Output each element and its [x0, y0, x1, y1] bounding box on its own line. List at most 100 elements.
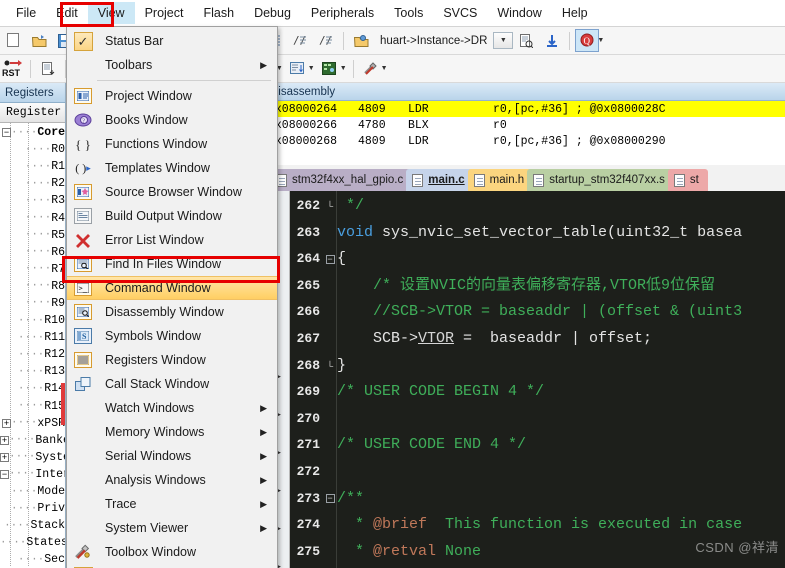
fold-toggle-icon[interactable]: └ — [324, 193, 336, 220]
menu-item-project-window[interactable]: Project Window — [67, 84, 277, 108]
disassembly-row[interactable]: 0x08000264 4809 LDR r0,[pc,#36] ; @0x080002… — [266, 101, 785, 117]
menu-item-watch-windows[interactable]: Watch Windows ▶ — [67, 396, 277, 420]
menubar-item-tools[interactable]: Tools — [384, 2, 433, 24]
editor-tab[interactable]: stm32f4xx_hal_gpio.c — [270, 169, 413, 191]
uncomment-icon[interactable]: // — [314, 29, 338, 52]
register-row[interactable]: ···· R7 — [0, 261, 65, 278]
menubar-item-peripherals[interactable]: Peripherals — [301, 2, 384, 24]
new-file-icon[interactable] — [1, 29, 25, 52]
menubar-item-window[interactable]: Window — [487, 2, 551, 24]
register-row[interactable]: ···· Stack — [0, 517, 65, 534]
expression-dropdown-icon[interactable]: ▼ — [493, 32, 514, 49]
menu-item-status-bar[interactable]: ✓ Status Bar — [67, 29, 277, 53]
configure-target-icon[interactable]: Q — [575, 29, 600, 52]
menubar-item-view[interactable]: View — [87, 2, 135, 24]
open-file-icon[interactable] — [27, 29, 51, 52]
code-line[interactable] — [337, 406, 785, 433]
register-row[interactable]: ···· R5 — [0, 227, 65, 244]
register-row[interactable]: ···· Sec — [0, 551, 65, 566]
register-row[interactable]: ···· R13 — [0, 363, 65, 380]
menu-item-serial-windows[interactable]: Serial Windows ▶ — [67, 444, 277, 468]
tab-registers[interactable]: Registers — [0, 85, 59, 101]
register-row[interactable]: ···· R8 — [0, 278, 65, 295]
register-row[interactable]: ···· R1 — [0, 158, 65, 175]
disassembly-rows[interactable]: 0x08000264 4809 LDR r0,[pc,#36] ; @0x080002… — [266, 101, 785, 149]
code-line[interactable]: /* 设置NVIC的向量表偏移寄存器,VTOR低9位保留 — [337, 273, 785, 300]
menu-item-symbols-window[interactable]: S Symbols Window — [67, 324, 277, 348]
register-row[interactable]: ···· R2 — [0, 175, 65, 192]
menu-item-call-stack-window[interactable]: Call Stack Window — [67, 372, 277, 396]
code-line[interactable]: */ — [337, 193, 785, 220]
menubar-item-file[interactable]: File — [6, 2, 46, 24]
expand-icon[interactable]: + — [0, 435, 9, 445]
register-row[interactable]: ···· R9 — [0, 295, 65, 312]
register-row[interactable]: ···· R4 — [0, 209, 65, 226]
code-line[interactable]: * @brief This function is executed in ca… — [337, 512, 785, 539]
menu-item-find-in-files-window[interactable]: Find In Files Window — [67, 252, 277, 276]
register-row[interactable]: ···· Mode — [0, 483, 65, 500]
menu-item-disassembly-window[interactable]: Disassembly Window — [67, 300, 277, 324]
code-line[interactable]: SCB->VTOR = baseaddr | offset; — [337, 326, 785, 353]
code-line[interactable]: { — [337, 246, 785, 273]
register-row[interactable]: ···· R10 — [0, 312, 65, 329]
menu-item-analysis-windows[interactable]: Analysis Windows ▶ — [67, 468, 277, 492]
register-row[interactable]: ···· States — [0, 534, 65, 551]
configure-target-caret-icon[interactable]: ▼ — [597, 37, 604, 44]
code-line[interactable]: void sys_nvic_set_vector_table(uint32_t … — [337, 220, 785, 247]
find-next-icon[interactable] — [540, 29, 564, 52]
register-row[interactable]: ···· R0 — [0, 141, 65, 158]
register-row[interactable]: ···· R11 — [0, 329, 65, 346]
menu-item-periodic-window-update[interactable]: ✓Periodic Window Update — [67, 564, 277, 568]
execution-profiler-caret-icon[interactable]: ▼ — [308, 65, 315, 72]
register-row[interactable]: ···· R3 — [0, 192, 65, 209]
menu-item-registers-window[interactable]: Registers Window — [67, 348, 277, 372]
reset-cpu-icon[interactable]: RST — [1, 57, 25, 80]
fold-toggle-icon[interactable]: └ — [324, 353, 336, 380]
register-row[interactable]: + ···· xPSR — [0, 415, 65, 432]
code-folding-column[interactable]: └−└−└− — [324, 191, 336, 568]
collapse-icon[interactable]: − — [2, 128, 11, 138]
document-search-icon[interactable] — [514, 29, 538, 52]
disassembly-row[interactable]: 0x08000266 4780 BLX r0 — [266, 117, 785, 133]
system-viewer-icon[interactable] — [318, 57, 342, 80]
code-line[interactable]: /** — [337, 486, 785, 513]
view-dropdown-menu[interactable]: ✓ Status Bar Toolbars ▶ Project Window? Books… — [66, 26, 278, 568]
source-code-lines[interactable]: */ void sys_nvic_set_vector_table(uint32_… — [336, 191, 785, 568]
menubar-item-flash[interactable]: Flash — [193, 2, 244, 24]
menu-item-functions-window[interactable]: { } Functions Window — [67, 132, 277, 156]
register-row[interactable]: +····Banked — [0, 432, 65, 449]
menubar-item-project[interactable]: Project — [135, 2, 194, 24]
menu-item-toolbox-window[interactable]: Toolbox Window — [67, 540, 277, 564]
toolbox-caret-icon[interactable]: ▼ — [381, 65, 388, 72]
menu-item-toolbars[interactable]: Toolbars ▶ — [67, 53, 277, 77]
menu-item-build-output-window[interactable]: Build Output Window — [67, 204, 277, 228]
menu-item-error-list-window[interactable]: Error List Window — [67, 228, 277, 252]
system-viewer-caret-icon[interactable]: ▼ — [340, 65, 347, 72]
register-row[interactable]: ···· R6 — [0, 244, 65, 261]
editor-tab[interactable]: startup_stm32f407xx.s — [527, 169, 674, 191]
menubar-item-svcs[interactable]: SVCS — [433, 2, 487, 24]
menu-item-source-browser-window[interactable]: Source Browser Window — [67, 180, 277, 204]
editor-tab[interactable]: main.c — [406, 169, 474, 191]
comment-icon[interactable]: // — [288, 29, 312, 52]
fold-toggle-icon[interactable]: − — [324, 246, 336, 273]
expression-field[interactable]: huart->Instance->DR — [374, 33, 493, 49]
menu-item-templates-window[interactable]: ( ) ▸ Templates Window — [67, 156, 277, 180]
register-row[interactable]: +····System — [0, 449, 65, 466]
expand-icon[interactable]: + — [1, 418, 11, 428]
collapse-icon[interactable]: − — [0, 469, 9, 479]
menubar-item-help[interactable]: Help — [552, 2, 598, 24]
editor-tab[interactable]: main.h — [467, 169, 534, 191]
register-row[interactable]: ···· R12 — [0, 346, 65, 363]
expand-icon[interactable]: + — [0, 452, 9, 462]
disassembly-row[interactable]: 0x08000268 4809 LDR r0,[pc,#36] ; @0x080002… — [266, 133, 785, 149]
register-row[interactable]: −····Internal — [0, 466, 65, 483]
toolbox-icon[interactable] — [359, 57, 383, 80]
code-line[interactable]: //SCB->VTOR = baseaddr | (offset & (uint… — [337, 299, 785, 326]
register-tree[interactable]: − ···· Core ···· R0 ···· R1 ···· R2 ···· R3 ···· R4 ·… — [0, 123, 65, 566]
register-row[interactable]: ···· Priv — [0, 500, 65, 517]
code-line[interactable]: /* USER CODE END 4 */ — [337, 432, 785, 459]
watch-expression-icon[interactable] — [349, 29, 373, 52]
menu-item-books-window[interactable]: ? Books Window — [67, 108, 277, 132]
menu-item-trace[interactable]: Trace ▶ — [67, 492, 277, 516]
